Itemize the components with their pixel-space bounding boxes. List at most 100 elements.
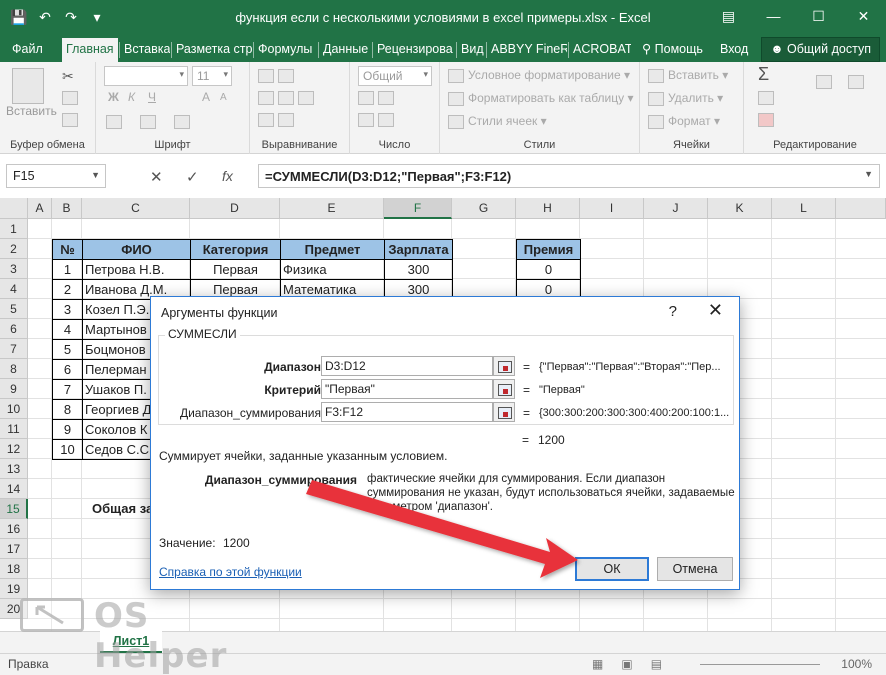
collapse-dialog-icon[interactable] [493, 356, 515, 376]
cut-icon[interactable]: ✂ [62, 68, 74, 85]
row-header[interactable]: 12 [0, 439, 28, 459]
format-painter-icon[interactable] [62, 112, 82, 127]
column-header[interactable]: A [28, 198, 52, 219]
row-header[interactable]: 17 [0, 539, 28, 559]
row-header[interactable]: 15 [0, 499, 28, 519]
row-header[interactable]: 16 [0, 519, 28, 539]
row-header[interactable]: 2 [0, 239, 28, 259]
align-left-icon[interactable] [258, 90, 318, 105]
font-size-combo[interactable]: 11 ▾ [192, 66, 232, 86]
function-help-link[interactable]: Справка по этой функции [159, 565, 302, 579]
row-header[interactable]: 1 [0, 219, 28, 239]
sum-range-field[interactable]: F3:F12 [321, 402, 493, 422]
number-format-combo[interactable]: Общий ▾ [358, 66, 432, 86]
row-header[interactable]: 9 [0, 379, 28, 399]
column-header[interactable]: D [190, 198, 280, 219]
row-header[interactable]: 5 [0, 299, 28, 319]
ok-button[interactable]: ОК [575, 557, 649, 581]
column-header[interactable]: J [644, 198, 708, 219]
cell-number[interactable]: 3 [52, 299, 83, 320]
select-all-corner[interactable] [0, 198, 28, 219]
column-header[interactable]: F [384, 198, 452, 219]
cell-number[interactable]: 9 [52, 419, 83, 440]
range-field[interactable]: D3:D12 [321, 356, 493, 376]
enter-formula-icon[interactable]: ✓ [186, 168, 199, 186]
column-header[interactable]: G [452, 198, 516, 219]
tab-data[interactable]: Данные [319, 38, 371, 62]
sign-in[interactable]: Вход [716, 38, 752, 62]
header-cell-number[interactable]: № [52, 239, 83, 260]
header-cell-subject[interactable]: Предмет [280, 239, 385, 260]
shrink-font-button[interactable]: A [220, 92, 227, 103]
tab-insert[interactable]: Вставка [120, 38, 170, 62]
page-layout-view-icon[interactable]: ▣ [621, 657, 632, 671]
page-break-view-icon[interactable]: ▤ [651, 657, 662, 671]
close-icon[interactable]: ✕ [841, 0, 886, 34]
format-as-table-button[interactable]: Форматировать как таблицу ▾ [448, 91, 634, 106]
maximize-icon[interactable]: ☐ [796, 0, 841, 34]
clear-icon[interactable] [758, 112, 778, 127]
column-header[interactable]: E [280, 198, 384, 219]
tab-page-layout[interactable]: Разметка стр [172, 38, 252, 62]
find-select-icon[interactable] [848, 74, 868, 89]
collapse-dialog-icon[interactable] [493, 402, 515, 422]
cell-number[interactable]: 1 [52, 259, 83, 280]
criterion-field[interactable]: "Первая" [321, 379, 493, 399]
autosum-icon[interactable]: Σ [758, 64, 769, 85]
column-header[interactable]: I [580, 198, 644, 219]
cell-number[interactable]: 2 [52, 279, 83, 300]
row-header[interactable]: 6 [0, 319, 28, 339]
close-icon[interactable]: ✕ [708, 300, 723, 321]
cell-name[interactable]: Петрова Н.В. [82, 259, 191, 280]
underline-button[interactable]: Ч [148, 90, 156, 104]
column-header[interactable]: C [82, 198, 190, 219]
zoom-slider[interactable] [700, 664, 820, 665]
header-cell-salary[interactable]: Зарплата [384, 239, 453, 260]
sort-filter-icon[interactable] [816, 74, 836, 89]
normal-view-icon[interactable]: ▦ [592, 657, 603, 671]
row-header[interactable]: 4 [0, 279, 28, 299]
font-name-combo[interactable]: ▾ [104, 66, 188, 86]
cell-number[interactable]: 10 [52, 439, 83, 460]
tab-view[interactable]: Вид [457, 38, 485, 62]
align-top-icon[interactable] [258, 68, 298, 83]
share-button[interactable]: ☻ Общий доступ [761, 37, 880, 62]
row-header[interactable]: 10 [0, 399, 28, 419]
ribbon-display-icon[interactable]: ▤ [706, 0, 751, 34]
tab-acrobat[interactable]: ACROBAT [569, 38, 631, 62]
row-header[interactable]: 11 [0, 419, 28, 439]
zoom-level[interactable]: 100% [841, 657, 872, 671]
cell-number[interactable]: 8 [52, 399, 83, 420]
fill-color-icon[interactable] [140, 114, 160, 129]
help-icon[interactable]: ? [669, 303, 677, 320]
tab-abbyy[interactable]: ABBYY FineRe [487, 38, 567, 62]
collapse-dialog-icon[interactable] [493, 379, 515, 399]
cancel-formula-icon[interactable]: ✕ [150, 168, 163, 186]
header-cell-name[interactable]: ФИО [82, 239, 191, 260]
row-header[interactable]: 8 [0, 359, 28, 379]
column-header[interactable]: H [516, 198, 580, 219]
cell-number[interactable]: 5 [52, 339, 83, 360]
cell-subject[interactable]: Физика [280, 259, 385, 280]
cancel-button[interactable]: Отмена [657, 557, 733, 581]
copy-icon[interactable] [62, 90, 82, 105]
cell-number[interactable]: 4 [52, 319, 83, 340]
header-cell-bonus[interactable]: Премия [516, 239, 581, 260]
decimal-icon[interactable] [358, 112, 398, 127]
row-header[interactable]: 3 [0, 259, 28, 279]
tab-formulas[interactable]: Формулы [254, 38, 317, 62]
bold-button[interactable]: Ж [108, 90, 119, 104]
borders-icon[interactable] [106, 114, 126, 129]
grow-font-button[interactable]: A [202, 90, 210, 104]
cell-number[interactable]: 7 [52, 379, 83, 400]
delete-cells-button[interactable]: Удалить ▾ [648, 91, 723, 106]
cell-bonus[interactable]: 0 [516, 259, 581, 280]
row-header[interactable]: 13 [0, 459, 28, 479]
row-header[interactable]: 18 [0, 559, 28, 579]
cell-number[interactable]: 6 [52, 359, 83, 380]
cell-salary[interactable]: 300 [384, 259, 453, 280]
column-header[interactable]: K [708, 198, 772, 219]
total-label[interactable]: Общая за [92, 499, 152, 519]
header-cell-category[interactable]: Категория [190, 239, 281, 260]
format-cells-button[interactable]: Формат ▾ [648, 114, 720, 129]
